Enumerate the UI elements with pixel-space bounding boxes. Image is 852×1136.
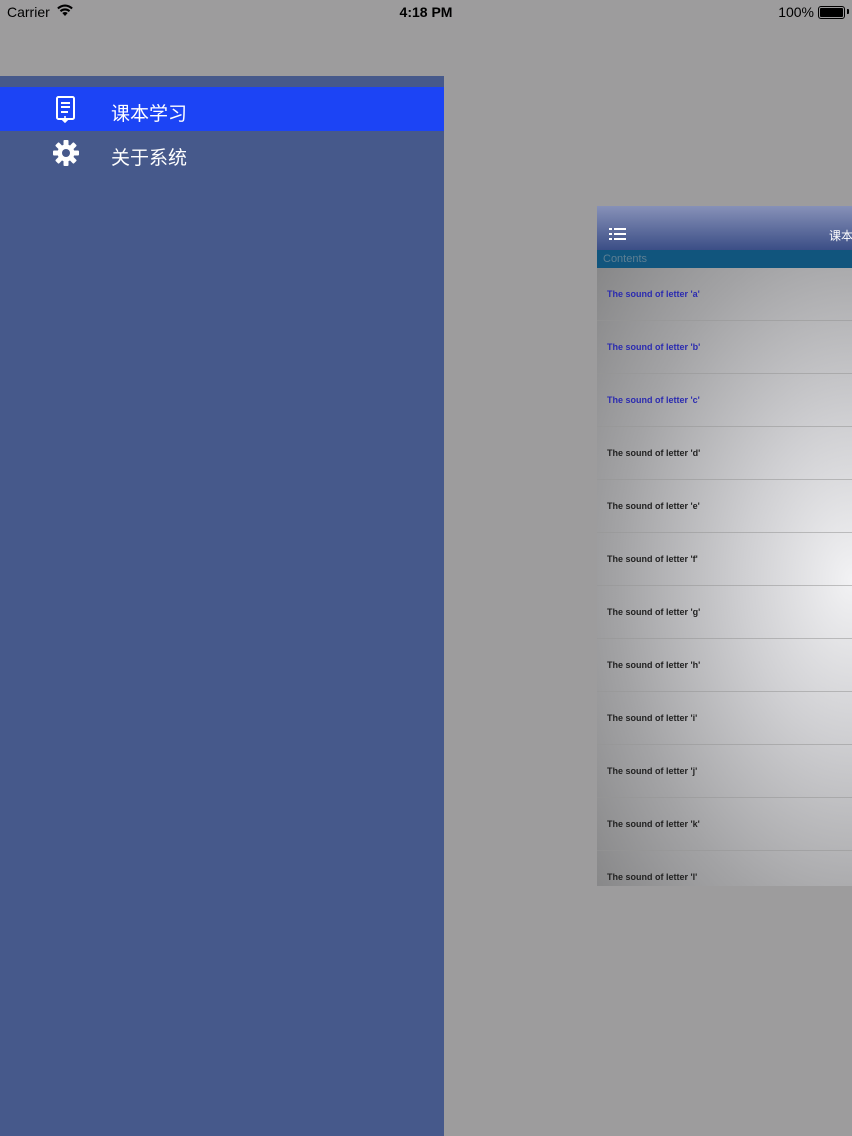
- list-item-label: The sound of letter 'b': [607, 342, 701, 352]
- list-item-label: The sound of letter 'a': [607, 289, 700, 299]
- list-item-label: The sound of letter 'l': [607, 872, 698, 882]
- menu-item-label: 课本学习: [111, 103, 188, 125]
- menu-item-textbook-study[interactable]: 课本学习: [0, 87, 444, 131]
- battery-icon: [818, 6, 845, 19]
- list-item-label: The sound of letter 'i': [607, 713, 698, 723]
- list-item[interactable]: The sound of letter 'j': [597, 745, 852, 798]
- book-icon: [52, 95, 80, 124]
- list-item[interactable]: The sound of letter 'h': [597, 639, 852, 692]
- nav-title: 课本: [829, 229, 852, 243]
- side-menu: 课本学习 关于系统: [0, 76, 444, 1136]
- list-item-label: The sound of letter 'h': [607, 660, 701, 670]
- list-item-label: The sound of letter 'k': [607, 819, 700, 829]
- list-item[interactable]: The sound of letter 'd': [597, 427, 852, 480]
- list-menu-icon[interactable]: [609, 227, 627, 246]
- list-item-label: The sound of letter 'c': [607, 395, 700, 405]
- menu-item-label: 关于系统: [111, 147, 188, 169]
- list-item-label: The sound of letter 'd': [607, 448, 701, 458]
- list-item[interactable]: The sound of letter 'a': [597, 268, 852, 321]
- gear-icon: [52, 139, 80, 167]
- list-item[interactable]: The sound of letter 'e': [597, 480, 852, 533]
- list-item[interactable]: The sound of letter 'f': [597, 533, 852, 586]
- list-item-label: The sound of letter 'e': [607, 501, 700, 511]
- list-item[interactable]: The sound of letter 'i': [597, 692, 852, 745]
- nav-bar: 课本: [597, 206, 852, 250]
- content-panel[interactable]: 课本 Contents The sound of letter 'a' The …: [597, 206, 852, 886]
- battery-percentage: 100%: [778, 4, 814, 20]
- menu-item-about-system[interactable]: 关于系统: [0, 131, 444, 175]
- section-header: Contents: [597, 250, 852, 268]
- list-item[interactable]: The sound of letter 'c': [597, 374, 852, 427]
- list-item[interactable]: The sound of letter 'b': [597, 321, 852, 374]
- list-item[interactable]: The sound of letter 'g': [597, 586, 852, 639]
- list-item-label: The sound of letter 'f': [607, 554, 698, 564]
- list-item[interactable]: The sound of letter 'l': [597, 851, 852, 886]
- status-bar: Carrier 4:18 PM 100%: [0, 0, 852, 24]
- list-item[interactable]: The sound of letter 'k': [597, 798, 852, 851]
- lesson-list: The sound of letter 'a' The sound of let…: [597, 268, 852, 886]
- list-item-label: The sound of letter 'j': [607, 766, 698, 776]
- list-item-label: The sound of letter 'g': [607, 607, 701, 617]
- clock: 4:18 PM: [399, 4, 453, 20]
